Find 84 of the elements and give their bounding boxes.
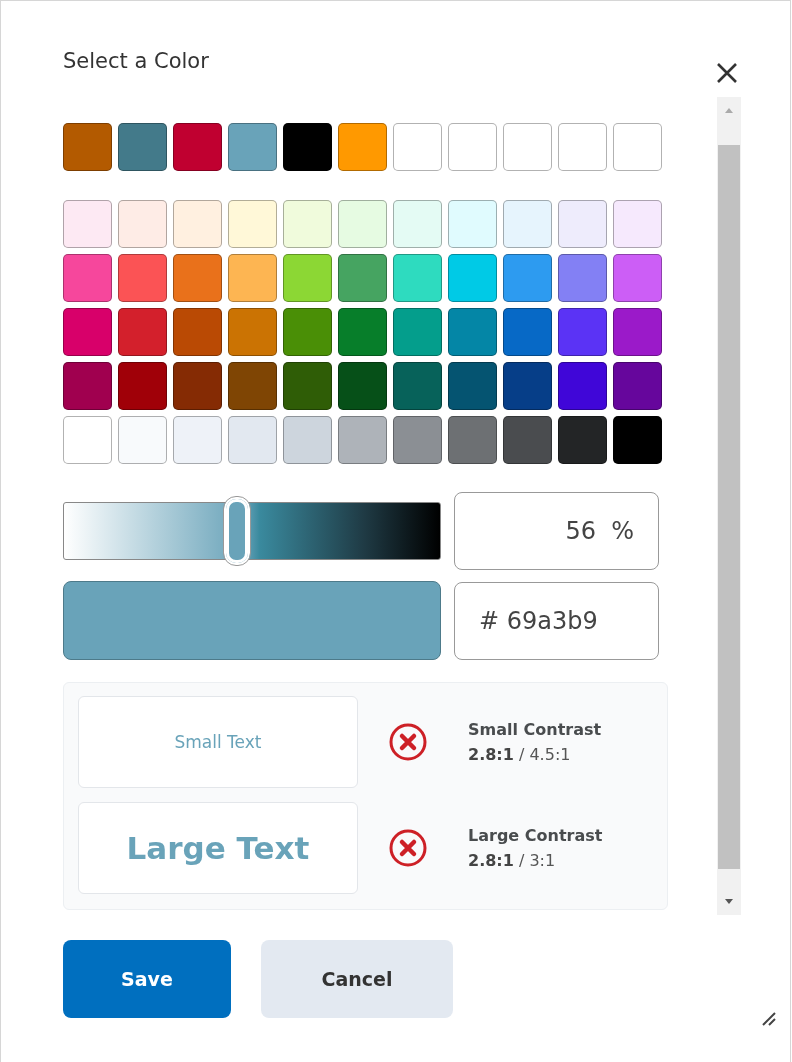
percent-field[interactable]: 56 %	[454, 492, 659, 570]
contrast-ratio: 2.8:1 / 4.5:1	[468, 745, 572, 764]
color-swatch[interactable]	[393, 362, 442, 410]
color-swatch[interactable]	[228, 308, 277, 356]
color-swatch[interactable]	[613, 254, 662, 302]
color-swatch[interactable]	[448, 308, 497, 356]
color-swatch[interactable]	[118, 362, 167, 410]
color-swatch[interactable]	[558, 200, 607, 248]
text-sample: Small Text	[78, 696, 358, 788]
color-swatch[interactable]	[448, 254, 497, 302]
color-swatch[interactable]	[503, 254, 552, 302]
color-swatch[interactable]	[63, 416, 112, 464]
save-button[interactable]: Save	[63, 940, 231, 1018]
color-swatch[interactable]	[63, 308, 112, 356]
color-swatch[interactable]	[613, 123, 662, 171]
color-swatch[interactable]	[613, 362, 662, 410]
contrast-label: Small Contrast	[468, 720, 602, 739]
color-swatch[interactable]	[338, 416, 387, 464]
color-swatch[interactable]	[173, 416, 222, 464]
color-swatch[interactable]	[63, 123, 112, 171]
color-swatch[interactable]	[338, 362, 387, 410]
scroll-up-icon[interactable]	[724, 107, 734, 115]
color-swatch[interactable]	[283, 362, 332, 410]
scrollbar-thumb[interactable]	[718, 145, 740, 869]
color-swatch[interactable]	[503, 123, 552, 171]
dialog-title: Select a Color	[63, 49, 209, 75]
contrast-label: Large Contrast	[468, 826, 603, 845]
color-swatch[interactable]	[173, 362, 222, 410]
color-swatch[interactable]	[118, 416, 167, 464]
color-swatch[interactable]	[448, 416, 497, 464]
color-swatch[interactable]	[283, 123, 332, 171]
color-swatch[interactable]	[558, 254, 607, 302]
color-swatch[interactable]	[558, 416, 607, 464]
color-swatch[interactable]	[558, 362, 607, 410]
color-swatch[interactable]	[558, 308, 607, 356]
color-swatch[interactable]	[118, 200, 167, 248]
color-swatch[interactable]	[503, 416, 552, 464]
color-swatch[interactable]	[173, 123, 222, 171]
color-swatch[interactable]	[63, 254, 112, 302]
color-swatch[interactable]	[228, 416, 277, 464]
scroll-down-icon[interactable]	[724, 897, 734, 905]
color-swatch[interactable]	[448, 200, 497, 248]
color-swatch[interactable]	[338, 308, 387, 356]
color-swatch[interactable]	[613, 416, 662, 464]
text-sample: Large Text	[78, 802, 358, 894]
color-swatch[interactable]	[613, 200, 662, 248]
scrollbar[interactable]	[717, 97, 741, 915]
slider-thumb[interactable]	[223, 497, 250, 565]
color-swatch[interactable]	[393, 416, 442, 464]
color-swatch[interactable]	[173, 254, 222, 302]
color-swatch[interactable]	[283, 200, 332, 248]
color-swatch[interactable]	[503, 200, 552, 248]
color-swatch[interactable]	[503, 362, 552, 410]
color-swatch[interactable]	[503, 308, 552, 356]
color-swatch[interactable]	[338, 123, 387, 171]
color-swatch[interactable]	[393, 200, 442, 248]
color-swatch[interactable]	[118, 123, 167, 171]
close-icon	[716, 62, 738, 84]
hex-field[interactable]: # 69a3b9	[454, 581, 659, 660]
color-swatch[interactable]	[393, 308, 442, 356]
color-swatch[interactable]	[173, 200, 222, 248]
color-swatch[interactable]	[558, 123, 607, 171]
color-swatch[interactable]	[613, 308, 662, 356]
color-swatch[interactable]	[283, 254, 332, 302]
color-swatch[interactable]	[228, 362, 277, 410]
color-swatch[interactable]	[63, 362, 112, 410]
color-swatch[interactable]	[228, 200, 277, 248]
resize-handle-icon[interactable]	[761, 1011, 777, 1027]
cancel-button[interactable]: Cancel	[261, 940, 453, 1018]
color-swatch[interactable]	[338, 254, 387, 302]
color-swatch[interactable]	[283, 308, 332, 356]
color-swatch[interactable]	[393, 254, 442, 302]
contrast-ratio: 2.8:1 / 3:1	[468, 851, 557, 870]
color-swatch[interactable]	[118, 308, 167, 356]
color-swatch[interactable]	[63, 200, 112, 248]
color-swatch[interactable]	[173, 308, 222, 356]
color-swatch[interactable]	[448, 123, 497, 171]
color-swatch[interactable]	[228, 254, 277, 302]
color-swatch[interactable]	[338, 200, 387, 248]
color-swatch[interactable]	[283, 416, 332, 464]
color-swatch[interactable]	[228, 123, 277, 171]
color-swatch[interactable]	[393, 123, 442, 171]
color-swatch[interactable]	[118, 254, 167, 302]
color-swatch[interactable]	[448, 362, 497, 410]
